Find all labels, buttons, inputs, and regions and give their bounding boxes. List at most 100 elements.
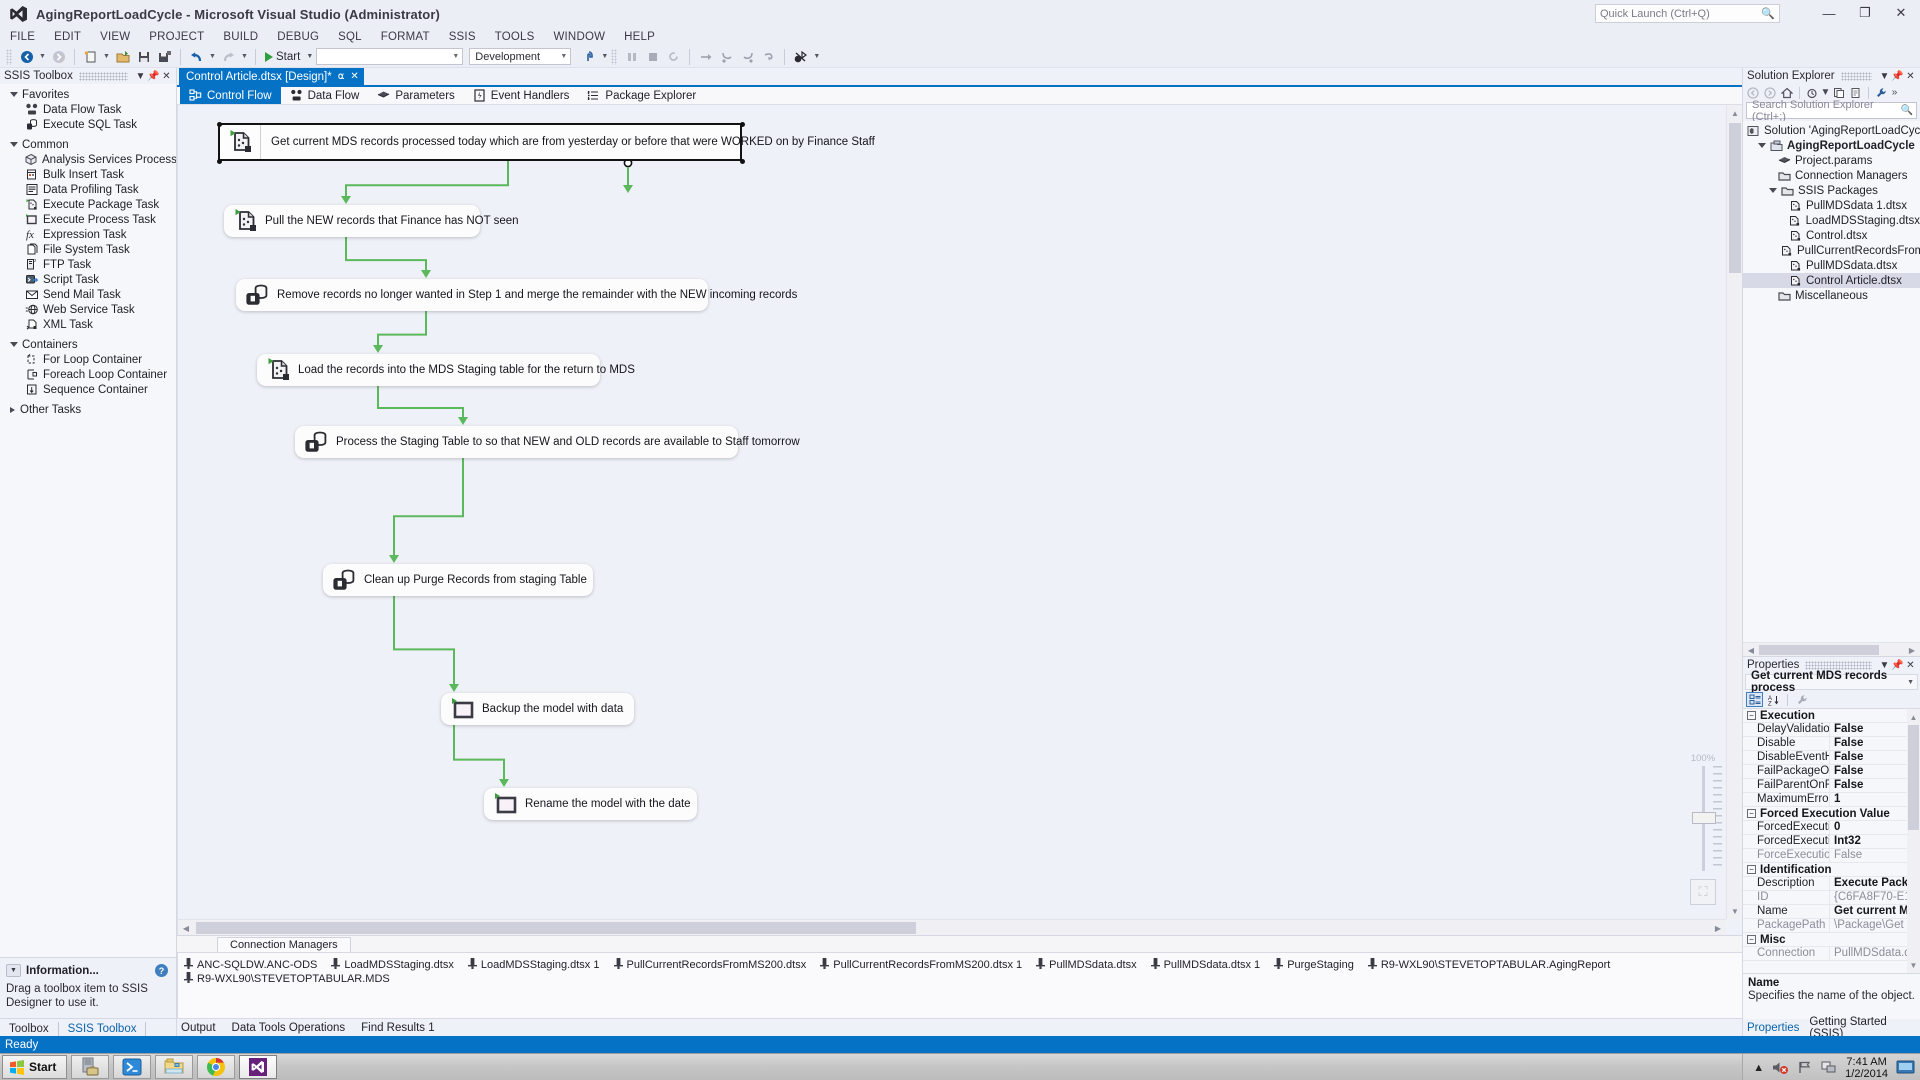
property-category[interactable]: −Misc <box>1743 933 1920 947</box>
solution-item-control-dtsx[interactable]: Control.dtsx <box>1743 228 1920 243</box>
property-row[interactable]: ForceExecutionVFalse <box>1743 849 1920 863</box>
navigate-backward-dropdown-icon[interactable]: ▼ <box>38 47 47 66</box>
scroll-down-icon[interactable]: ▼ <box>1727 903 1742 919</box>
property-row[interactable]: PackagePath\Package\Get curr <box>1743 919 1920 933</box>
open-file-icon[interactable] <box>113 47 132 66</box>
help-icon[interactable]: ? <box>155 964 168 977</box>
toolbox-item-script-task[interactable]: Script Task <box>0 272 176 287</box>
expander-open-icon[interactable] <box>1758 143 1766 148</box>
taskbar-server-manager[interactable] <box>71 1055 109 1079</box>
undo-icon[interactable] <box>187 47 206 66</box>
property-row[interactable]: FailParentOnFailFalse <box>1743 779 1920 793</box>
solution-item-control-article-dtsx[interactable]: Control Article.dtsx <box>1743 273 1920 288</box>
toolbox-item-xml-task[interactable]: XML Task <box>0 317 176 332</box>
control-flow-task[interactable]: Process the Staging Table to so that NEW… <box>295 426 738 458</box>
properties-object-selector[interactable]: Get current MDS records process ▼ <box>1745 674 1918 690</box>
bottom-tab-data-tools-operations[interactable]: Data Tools Operations <box>232 1022 346 1034</box>
menu-edit[interactable]: EDIT <box>54 31 81 43</box>
property-category[interactable]: −Identification <box>1743 863 1920 877</box>
toolbox-tab-toolbox[interactable]: Toolbox <box>0 1022 58 1036</box>
properties-tab-properties[interactable]: Properties <box>1747 1022 1799 1034</box>
breakpoints-icon[interactable] <box>791 47 810 66</box>
designer-tab-parameters[interactable]: Parameters <box>368 87 463 104</box>
expander-open-icon[interactable] <box>10 142 18 147</box>
taskbar-visual-studio[interactable] <box>239 1055 277 1079</box>
toolbox-item-foreach-loop-container[interactable]: Foreach Loop Container <box>0 367 176 382</box>
toolbox-group-favorites[interactable]: Favorites <box>0 87 176 102</box>
solution-pane-drag-dots[interactable] <box>1841 72 1872 81</box>
start-button[interactable]: Start <box>2 1055 67 1079</box>
designer-tab-control-flow[interactable]: Control Flow <box>180 87 281 104</box>
close-icon[interactable]: ✕ <box>1904 70 1917 83</box>
menu-build[interactable]: BUILD <box>223 31 258 43</box>
collapse-category-icon[interactable]: − <box>1747 865 1756 874</box>
property-category[interactable]: −Forced Execution Value <box>1743 807 1920 821</box>
zoom-to-fit-button[interactable]: ⛶ <box>1690 879 1716 905</box>
connection-manager-item[interactable]: LoadMDSStaging.dtsx 1 <box>468 958 600 971</box>
precedence-constraint[interactable] <box>378 311 426 346</box>
connection-manager-item[interactable]: LoadMDSStaging.dtsx <box>331 958 453 971</box>
property-row[interactable]: ForcedExecution0 <box>1743 821 1920 835</box>
toolbox-group-other-tasks[interactable]: Other Tasks <box>0 402 176 417</box>
toolbox-item-data-flow-task[interactable]: Data Flow Task <box>0 102 176 117</box>
property-pages-button[interactable] <box>1793 692 1810 707</box>
precedence-constraint[interactable] <box>394 596 454 685</box>
document-tab-control-article[interactable]: Control Article.dtsx [Design]* ⍺ ✕ <box>179 68 364 85</box>
toolbox-item-web-service-task[interactable]: Web Service Task <box>0 302 176 317</box>
taskbar-file-explorer[interactable] <box>155 1055 193 1079</box>
solution-item-pullcurrentrecordsfromm[interactable]: PullCurrentRecordsFromM <box>1743 243 1920 258</box>
menu-project[interactable]: PROJECT <box>149 31 204 43</box>
precedence-constraint[interactable] <box>394 458 463 556</box>
zoom-slider-track[interactable] <box>1702 766 1705 871</box>
zoom-slider-thumb[interactable] <box>1692 812 1716 824</box>
toolbox-tab-ssis-toolbox[interactable]: SSIS Toolbox <box>58 1022 147 1036</box>
connection-manager-item[interactable]: PullMDSdata.dtsx 1 <box>1151 958 1261 971</box>
designer-tab-data-flow[interactable]: Data Flow <box>281 87 369 104</box>
properties-scroll-thumb[interactable] <box>1908 725 1919 830</box>
expander-open-icon[interactable] <box>1769 188 1777 193</box>
attach-dropdown-icon[interactable]: ▼ <box>600 47 609 66</box>
scroll-up-icon[interactable]: ▲ <box>1907 709 1920 725</box>
start-dropdown-icon[interactable]: ▼ <box>305 47 314 66</box>
bottom-tab-find-results-1[interactable]: Find Results 1 <box>361 1022 435 1034</box>
properties-grid[interactable]: −ExecutionDelayValidationFalseDisableFal… <box>1743 709 1920 973</box>
toolbox-group-containers[interactable]: Containers <box>0 337 176 352</box>
property-row[interactable]: ForcedExecutionInt32 <box>1743 835 1920 849</box>
expander-open-icon[interactable] <box>10 92 18 97</box>
quick-launch-input[interactable]: Quick Launch (Ctrl+Q) 🔍 <box>1595 4 1780 23</box>
scroll-left-icon[interactable]: ◀ <box>1743 642 1759 658</box>
pin-icon[interactable]: 📌 <box>1891 70 1904 83</box>
scroll-right-icon[interactable]: ▶ <box>1710 920 1726 935</box>
control-flow-task[interactable]: Load the records into the MDS Staging ta… <box>257 354 600 386</box>
taskbar-clock[interactable]: 7:41 AM 1/2/2014 <box>1845 1056 1888 1080</box>
close-icon[interactable]: ✕ <box>160 70 173 83</box>
redo-dropdown-icon[interactable]: ▼ <box>240 47 249 66</box>
hscroll-thumb[interactable] <box>196 922 916 934</box>
menu-file[interactable]: FILE <box>10 31 35 43</box>
solution-item-loadmdsstaging-dtsx[interactable]: LoadMDSStaging.dtsx <box>1743 213 1920 228</box>
connection-manager-item[interactable]: PullMDSdata.dtsx <box>1036 958 1136 971</box>
scroll-left-icon[interactable]: ◀ <box>178 920 194 935</box>
taskbar-chrome[interactable] <box>197 1055 235 1079</box>
property-row[interactable]: NameGet current MD <box>1743 905 1920 919</box>
property-row[interactable]: DelayValidationFalse <box>1743 723 1920 737</box>
connection-manager-item[interactable]: PurgeStaging <box>1274 958 1354 971</box>
connection-manager-item[interactable]: R9-WXL90\STEVETOPTABULAR.AgingReport <box>1368 958 1610 971</box>
solution-item-agingreportloadcycle[interactable]: AgingReportLoadCycle <box>1743 138 1920 153</box>
selection-handle[interactable] <box>217 122 222 127</box>
toolbox-item-execute-sql-task[interactable]: Execute SQL Task <box>0 117 176 132</box>
solution-item-pullmdsdata-1-dtsx[interactable]: PullMDSdata 1.dtsx <box>1743 198 1920 213</box>
canvas-vertical-scrollbar[interactable]: ▲ ▼ <box>1726 105 1742 919</box>
selection-handle[interactable] <box>740 122 745 127</box>
toolbox-item-for-loop-container[interactable]: For Loop Container <box>0 352 176 367</box>
menu-view[interactable]: VIEW <box>100 31 130 43</box>
pin-tab-icon[interactable]: ⍺ <box>338 71 345 82</box>
property-row[interactable]: MaximumErrorCo1 <box>1743 793 1920 807</box>
menu-ssis[interactable]: SSIS <box>449 31 476 43</box>
solution-item-project-params[interactable]: Project.params <box>1743 153 1920 168</box>
control-flow-task[interactable]: Rename the model with the date <box>484 788 697 820</box>
minimize-button[interactable]: — <box>1818 2 1840 24</box>
show-hidden-icons[interactable]: ▲ <box>1753 1062 1764 1074</box>
save-all-icon[interactable] <box>155 47 174 66</box>
connection-managers-tab[interactable]: Connection Managers <box>217 937 351 952</box>
